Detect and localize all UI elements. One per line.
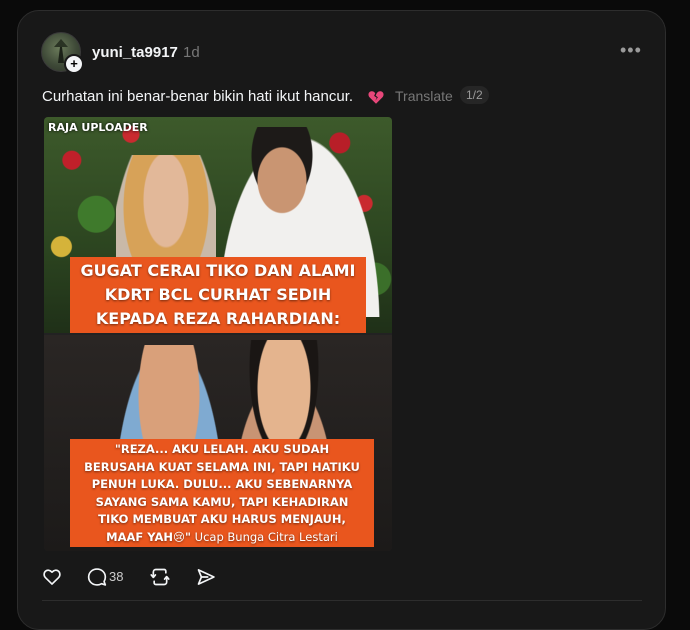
image-bottom-panel: "REZA... AKU LELAH. AKU SUDAH BERUSAHA K… [44,335,392,551]
repost-icon[interactable] [150,567,170,587]
image-watermark: RAJA UPLOADER [48,121,148,134]
quote-line: BERUSAHA KUAT SELAMA INI, TAPI HATIKU [84,459,360,474]
quote-line: PENUH LUKA. DULU... AKU SEBENARNYA [91,477,353,491]
image-counter-badge: 1/2 [460,86,489,104]
divider [42,600,642,601]
post-image[interactable]: RAJA UPLOADER GUGAT CERAI TIKO DAN ALAMI… [44,117,392,551]
post-caption: Curhatan ini benar-benar bikin hati ikut… [42,88,354,105]
image-top-panel: RAJA UPLOADER GUGAT CERAI TIKO DAN ALAMI… [44,117,392,333]
avatar-container[interactable]: + [41,32,84,74]
headline-line: KEPADA REZA RAHARDIAN: [95,309,341,328]
comment-icon[interactable] [87,567,107,587]
send-icon[interactable] [196,567,216,587]
more-options-icon[interactable]: ••• [620,40,642,61]
translate-link[interactable]: Translate [395,88,453,104]
broken-heart-icon [368,91,384,104]
headline-line: GUGAT CERAI TIKO DAN ALAMI [80,261,356,280]
quote-line: "REZA... AKU LELAH. AKU SUDAH [114,442,330,456]
heart-outline-icon[interactable] [42,567,62,587]
quote-attribution: Ucap Bunga Citra Lestari [191,529,338,544]
quote-last-line: MAAF YAH😢" Ucap Bunga Citra Lestari [74,529,370,547]
follow-plus-icon[interactable]: + [64,54,84,74]
headline-line: KDRT BCL CURHAT SEDIH [104,285,332,304]
quote-closing: MAAF YAH😢" [106,529,192,544]
quote-banner: "REZA... AKU LELAH. AKU SUDAH BERUSAHA K… [70,439,374,547]
reply-count[interactable]: 38 [109,569,123,584]
post-time[interactable]: 1d [183,44,200,61]
username[interactable]: yuni_ta9917 [92,44,178,61]
quote-line: SAYANG SAMA KAMU, TAPI KEHADIRAN [95,494,349,509]
headline-banner: GUGAT CERAI TIKO DAN ALAMI KDRT BCL CURH… [70,257,366,333]
quote-line: TIKO MEMBUAT AKU HARUS MENJAUH, [98,512,346,526]
